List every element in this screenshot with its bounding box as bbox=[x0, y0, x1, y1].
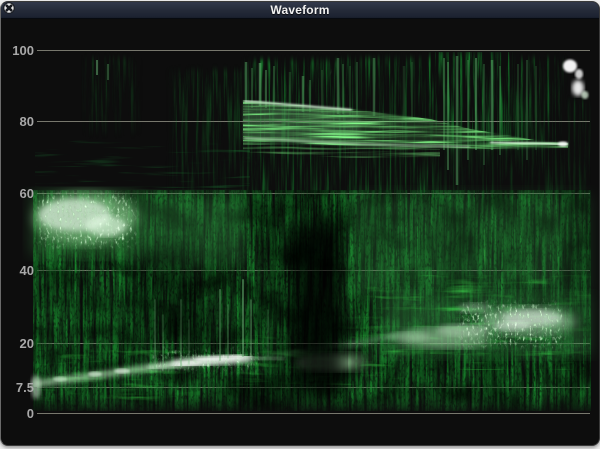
svg-text:100: 100 bbox=[12, 43, 34, 58]
svg-text:80: 80 bbox=[20, 114, 34, 129]
svg-text:0: 0 bbox=[27, 406, 34, 421]
svg-text:7.5: 7.5 bbox=[16, 380, 34, 395]
svg-text:60: 60 bbox=[20, 186, 34, 201]
svg-text:40: 40 bbox=[20, 263, 34, 278]
svg-text:20: 20 bbox=[20, 336, 34, 351]
